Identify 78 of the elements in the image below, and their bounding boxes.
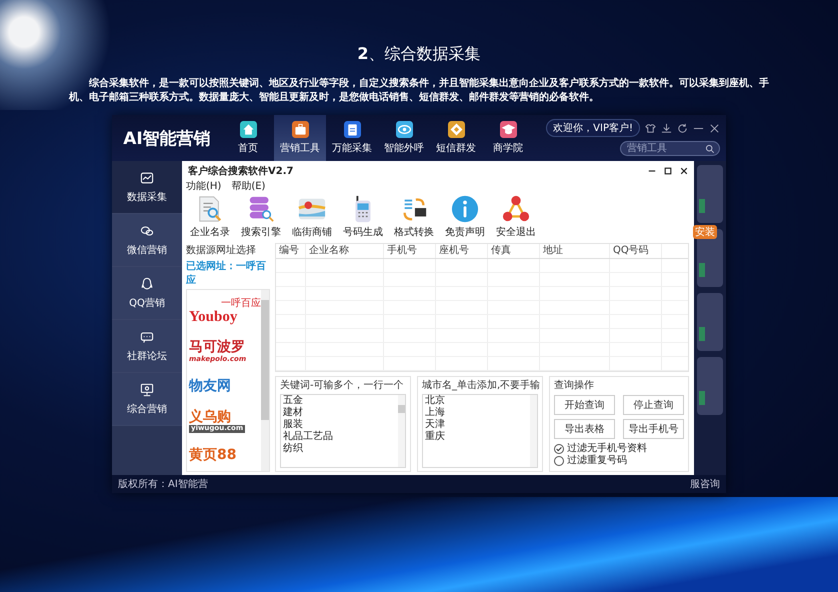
- column-header[interactable]: 编号: [276, 244, 306, 258]
- city-list[interactable]: 北京 上海 天津 重庆: [422, 394, 538, 468]
- intro-paragraph: 综合采集软件，是一款可以按照关键词、地区及行业等字段，自定义搜索条件，并且智能采集出意向企业及客户联系方式的一款软件。可以采集到座机、手机、电子邮箱三种联系方式。数据量庞大、智能且更新及时，是您做电话销售、短信群发、邮件群发等营销的必备软件。: [69, 77, 769, 105]
- sidebar-item[interactable]: 微信营销: [112, 214, 182, 267]
- checkbox[interactable]: [554, 456, 564, 466]
- query-button[interactable]: 导出手机号: [623, 419, 684, 439]
- toolbar-button[interactable]: 格式转换: [392, 195, 436, 239]
- refresh-icon[interactable]: [677, 122, 688, 134]
- group-title: 城市名_单击添加,不要手输: [422, 378, 538, 392]
- nav-tab[interactable]: 万能采集: [326, 115, 378, 161]
- keyword-list[interactable]: 五金 建材 服装 礼品工艺品 纺织: [280, 394, 406, 468]
- toolbar-icon: [451, 195, 479, 223]
- toolbar-button[interactable]: 搜索引擎: [239, 195, 283, 239]
- sidebar-item[interactable]: 综合营销: [112, 373, 182, 426]
- toolbar-button[interactable]: 免责声明: [443, 195, 487, 239]
- nav-tab[interactable]: 营销工具: [274, 115, 326, 161]
- column-header[interactable]: 地址: [540, 244, 610, 258]
- close-icon[interactable]: [680, 167, 688, 175]
- sidebar-icon: [139, 276, 155, 292]
- site-logo[interactable]: 一呼百应 Youboy: [187, 298, 261, 326]
- nav-icon: [448, 121, 464, 138]
- sidebar-item[interactable]: 社群论坛: [112, 320, 182, 373]
- service-text: 服咨询: [690, 478, 720, 491]
- nav-tab[interactable]: 短信群发: [430, 115, 482, 161]
- shirt-icon[interactable]: [645, 122, 656, 134]
- query-button[interactable]: 开始查询: [554, 395, 615, 415]
- query-button[interactable]: 停止查询: [623, 395, 684, 415]
- menu-item[interactable]: 帮助(E): [231, 179, 266, 193]
- site-logo[interactable]: 黄页88: [187, 448, 261, 464]
- checkbox-label: 过滤重复号码: [567, 455, 627, 467]
- column-header[interactable]: 企业名称: [306, 244, 384, 258]
- copyright-text: 版权所有：AI智能营: [118, 478, 208, 491]
- menu-item[interactable]: 功能(H): [186, 179, 222, 193]
- group-title: 关键词-可输多个，一行一个: [280, 378, 405, 392]
- group-title: 查询操作: [554, 378, 595, 392]
- column-header[interactable]: 座机号: [436, 244, 488, 258]
- card-accent: [699, 327, 705, 341]
- nav-icon: [396, 121, 412, 138]
- close-icon[interactable]: [709, 122, 720, 134]
- column-header[interactable]: 传真: [488, 244, 540, 258]
- site-logo[interactable]: 物友网: [187, 378, 261, 394]
- nav-tab[interactable]: 智能外呼: [378, 115, 430, 161]
- search-field[interactable]: 营销工具: [620, 141, 720, 156]
- sidebar-item[interactable]: QQ营销: [112, 267, 182, 320]
- nav-icon: [500, 121, 516, 138]
- toolbar-button[interactable]: 企业名录: [188, 195, 232, 239]
- column-header[interactable]: 手机号: [384, 244, 436, 258]
- sidebar-icon: [139, 170, 155, 186]
- page-title: 2、综合数据采集: [357, 44, 481, 65]
- welcome-badge: 欢迎你，VIP客户!: [546, 119, 640, 137]
- nav-icon: [240, 121, 256, 138]
- toolbar-button[interactable]: 号码生成: [341, 195, 385, 239]
- checkbox[interactable]: [554, 444, 564, 454]
- app-logo: AI智能营销: [122, 128, 212, 150]
- nav-tab[interactable]: 商学院: [482, 115, 534, 161]
- toolbar-icon: [502, 195, 530, 223]
- group-title: 数据源网址选择: [186, 244, 257, 257]
- nav-icon: [344, 121, 360, 138]
- sidebar-icon: [139, 382, 155, 398]
- scrollbar[interactable]: [261, 290, 269, 471]
- toolbar-button[interactable]: 临街商铺: [290, 195, 334, 239]
- search-icon[interactable]: [705, 144, 715, 154]
- sidebar-item[interactable]: 数据采集: [112, 161, 182, 214]
- selected-site-text: 已选网址：一呼百应: [186, 260, 267, 287]
- download-icon[interactable]: [661, 122, 672, 134]
- card-accent: [699, 391, 705, 405]
- dialog-title: 客户综合搜索软件V2.7: [188, 164, 294, 178]
- install-badge: 安装: [693, 225, 717, 239]
- maximize-icon[interactable]: [664, 167, 672, 175]
- nav-tab[interactable]: 首页: [222, 115, 274, 161]
- nav-icon: [292, 121, 308, 138]
- checkbox-label: 过滤无手机号资料: [567, 443, 647, 454]
- card-accent: [699, 263, 705, 277]
- card-accent: [699, 199, 705, 213]
- query-button[interactable]: 导出表格: [554, 419, 615, 439]
- column-header[interactable]: QQ号码: [610, 244, 662, 258]
- toolbar-icon: [247, 195, 275, 223]
- toolbar-button[interactable]: 安全退出: [494, 195, 538, 239]
